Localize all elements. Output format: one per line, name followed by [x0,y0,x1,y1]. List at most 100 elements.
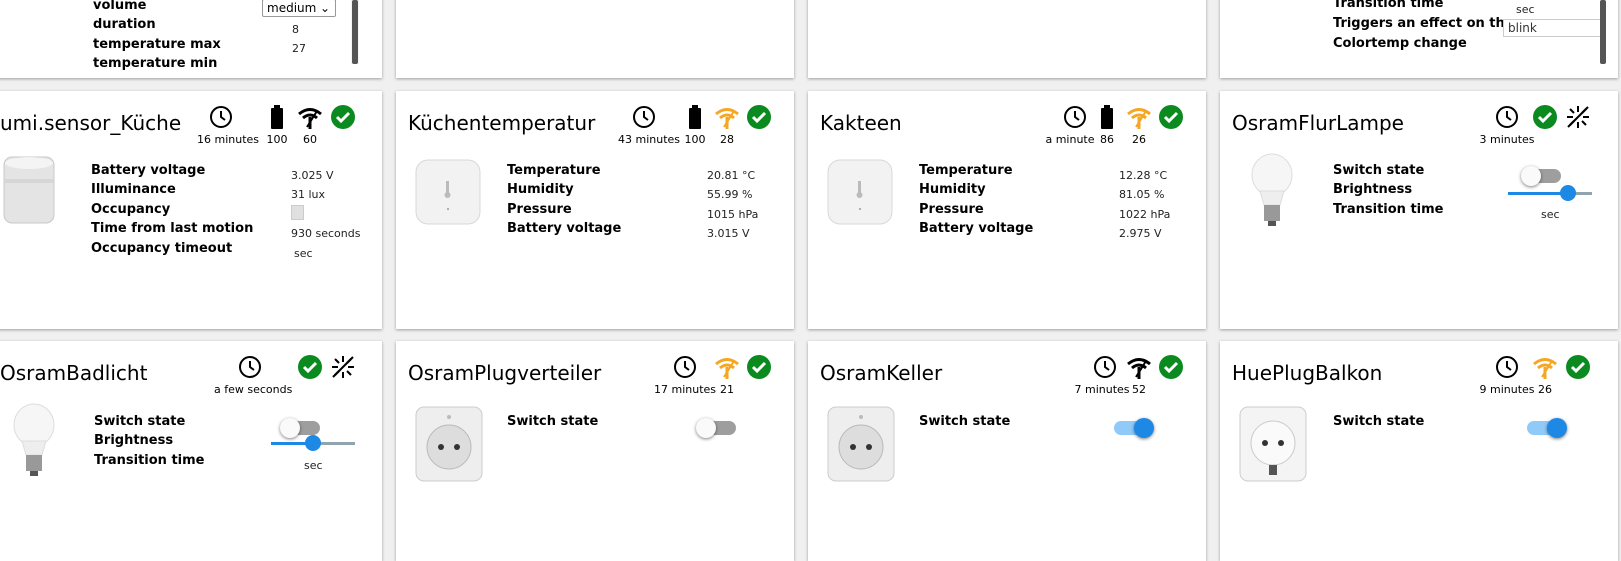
field-label: Switch state [507,414,599,429]
battery-label: 100 [684,133,706,146]
device-card-top-4: Transition time sec Triggers an effect o… [1220,0,1618,78]
switch-toggle-knob[interactable] [280,418,300,438]
check-circle-icon [1159,355,1183,379]
last-seen-label: a minute [1045,133,1095,146]
field-label: Triggers an effect on the… [1333,16,1527,31]
smart-plug-image [827,406,895,482]
signal-label: 60 [303,133,317,146]
device-card: OsramPlugverteiler 17 minutes 21 Switch … [396,341,794,561]
last-seen-label: 43 minutes [618,133,681,146]
signal-icon [298,108,322,129]
signal-icon [1533,358,1557,379]
field-value: 3.025 V [291,169,334,182]
field-label: Brightness [94,433,174,448]
duration-value[interactable]: 8 [292,23,299,36]
switch-toggle-knob[interactable] [1134,418,1154,438]
last-seen-label: 17 minutes [654,383,717,396]
signal-label: 21 [720,383,734,396]
device-title: Kakteen [820,111,902,135]
device-card: OsramFlurLampe 3 minutes Switch state Br… [1220,91,1618,329]
field-label: Temperature [919,163,1013,178]
field-label: temperature min [93,56,218,71]
field-label: volume [93,0,147,13]
occupancy-timeout-unit[interactable]: sec [294,247,313,260]
check-circle-icon [1533,105,1557,129]
device-card: Küchentemperatur 43 minutes 100 28 Tempe… [396,91,794,329]
card-scrollbar[interactable] [1600,0,1606,64]
ota-update-icon[interactable] [330,354,356,380]
field-label: Illuminance [91,182,176,197]
field-label: Temperature [507,163,601,178]
field-label: Transition time [94,453,205,468]
device-title: Küchentemperatur [408,111,596,135]
field-label: Pressure [919,202,984,217]
field-label: Brightness [1333,182,1413,197]
field-value: 31 lux [291,188,326,201]
brightness-slider-thumb[interactable] [1560,185,1576,201]
field-value: 81.05 % [1119,188,1165,201]
device-card: OsramKeller 7 minutes 52 Switch state [808,341,1206,561]
check-circle-icon [747,105,771,129]
device-card-top-3 [808,0,1206,78]
device-title: umi.sensor_Küche [0,111,182,135]
field-label: Occupancy timeout [91,241,233,256]
switch-toggle-knob[interactable] [1547,418,1567,438]
last-seen-label: 7 minutes [1074,383,1130,396]
clock-icon [1496,356,1518,378]
device-title: OsramKeller [820,361,943,385]
smart-plug-image [1239,406,1307,482]
check-circle-icon [1566,355,1590,379]
signal-icon [715,358,739,379]
device-card: OsramBadlicht a few seconds Switch state… [0,341,382,561]
signal-label: 28 [720,133,734,146]
device-title: OsramFlurLampe [1232,111,1404,135]
card-scrollbar[interactable] [352,0,358,64]
clock-icon [633,106,655,128]
device-title: OsramPlugverteiler [408,361,602,385]
check-circle-icon [747,355,771,379]
field-value: 2.975 V [1119,227,1162,240]
field-label: Switch state [94,414,186,429]
field-value: 930 seconds [291,227,361,240]
last-seen-label: 16 minutes [197,133,260,146]
battery-icon [271,105,283,129]
switch-toggle-knob[interactable] [1521,166,1541,186]
battery-icon [1101,105,1113,129]
clock-icon [1496,106,1518,128]
occupancy-indicator [291,205,304,220]
switch-toggle-knob[interactable] [696,418,716,438]
chevron-down-icon: ⌄ [319,1,330,15]
transition-unit[interactable]: sec [1541,208,1560,221]
temperature-sensor-image [827,159,893,225]
device-title: HuePlugBalkon [1232,361,1383,385]
ota-update-icon[interactable] [1565,104,1591,130]
transition-unit[interactable]: sec [304,459,323,472]
field-label: Battery voltage [91,163,206,178]
last-seen-label: 3 minutes [1479,133,1535,146]
field-label: Transition time [1333,202,1444,217]
brightness-slider-thumb[interactable] [305,435,321,451]
field-label: Transition time [1333,0,1444,11]
clock-icon [210,106,232,128]
field-label: Humidity [919,182,986,197]
field-label: Battery voltage [919,221,1034,236]
volume-select[interactable]: medium ⌄ [262,0,336,17]
field-label: temperature max [93,37,221,52]
device-card-top-2 [396,0,794,78]
light-bulb-image [13,403,55,476]
battery-icon [689,105,701,129]
effect-input[interactable]: blink [1503,19,1603,37]
last-seen-label: a few seconds [214,383,293,396]
clock-icon [1094,356,1116,378]
temperature-max-value[interactable]: 27 [292,42,306,55]
device-card: Kakteen a minute 86 26 Temperature 12.28… [808,91,1206,329]
field-value: 3.015 V [707,227,750,240]
effect-input-value: blink [1508,21,1537,35]
clock-icon [674,356,696,378]
field-label: Switch state [1333,414,1425,429]
battery-label: 100 [266,133,288,146]
brightness-slider-fill [1508,192,1567,195]
check-circle-icon [298,355,322,379]
clock-icon [1064,106,1086,128]
device-card: HuePlugBalkon 9 minutes 26 Switch state [1220,341,1618,561]
